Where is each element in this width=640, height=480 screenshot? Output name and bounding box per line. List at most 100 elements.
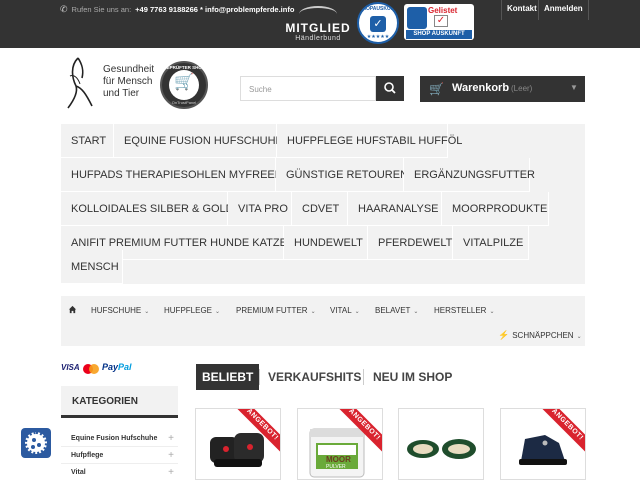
category-menu: Start Equine Fusion Hufschuhe Hufpflege … xyxy=(61,124,585,284)
category-cdvet[interactable]: CDVet xyxy=(292,192,348,226)
product-card[interactable]: ANGEBOT! xyxy=(195,408,281,480)
category-kolloidales-silber[interactable]: Kolloidales Silber & Gold xyxy=(61,192,234,226)
chevron-down-icon: ⌄ xyxy=(489,309,495,315)
category-vitalpilze[interactable]: Vitalpilze xyxy=(453,226,529,260)
haendlerbund-badge[interactable]: MITGLIED Händlerbund xyxy=(285,6,351,42)
category-vita-pro[interactable]: Vita Pro xyxy=(228,192,292,226)
contact-prefix: Rufen Sie uns an: xyxy=(71,5,132,14)
category-start[interactable]: Start xyxy=(61,124,114,158)
nav-premium-futter[interactable]: PREMIUM FUTTER ⌄ xyxy=(236,306,316,315)
cookie-icon xyxy=(25,432,47,454)
hoof-boot-image xyxy=(519,435,567,465)
checkmark-icon: ✓ xyxy=(370,16,386,32)
kontakt-link[interactable]: Kontakt xyxy=(501,0,542,20)
sidebar-item-hufpflege[interactable]: Hufpflege + xyxy=(61,447,178,464)
sidebar-item-label: Equine Fusion Hufschuhe xyxy=(71,435,158,442)
seal-text: SHOPAUSKUNFT.DE xyxy=(359,6,398,12)
plus-icon[interactable]: + xyxy=(168,447,174,464)
plus-icon[interactable]: + xyxy=(168,464,174,480)
shopauskunft-seal[interactable]: SHOPAUSKUNFT.DE ✓ ★★★★★ xyxy=(357,2,399,44)
paypal-part: Pay xyxy=(102,362,119,372)
nav-label: VITAL xyxy=(330,306,352,315)
anmelden-link[interactable]: Anmelden xyxy=(538,0,589,20)
category-haaranalyse[interactable]: Haaranalyse xyxy=(348,192,442,226)
cart-status: (Leer) xyxy=(511,84,533,93)
cart-button[interactable]: 🛒 Warenkorb (Leer) ▼ xyxy=(420,76,585,102)
claim-line: für Mensch xyxy=(103,76,153,87)
haendlerbund-arc-icon xyxy=(299,6,337,22)
badge-top-text: GEPRÜFTER SHOP xyxy=(163,65,205,70)
chevron-down-icon: ▼ xyxy=(570,83,578,92)
product-card[interactable]: ANGEBOT! xyxy=(500,408,586,480)
nav-schnaeppchen[interactable]: ⚡ SCHNÄPPCHEN ⌄ xyxy=(498,330,582,341)
nav-vital[interactable]: VITAL ⌄ xyxy=(330,306,360,315)
paypal-part: Pal xyxy=(118,362,132,372)
category-hufpflege-hufstabil[interactable]: Hufpflege Hufstabil Hufföl xyxy=(277,124,462,158)
stars-icon: ★★★★★ xyxy=(366,34,390,40)
main-navigation: HUFSCHUHE ⌄ HUFPFLEGE ⌄ PREMIUM FUTTER ⌄ VI… xyxy=(61,296,585,346)
hoof-boots-image xyxy=(210,433,264,467)
nav-label: PREMIUM FUTTER xyxy=(236,306,308,315)
category-hufpads[interactable]: Hufpads Therapiesohlen MyFreedm xyxy=(61,158,292,192)
sidebar-item-equine-fusion[interactable]: Equine Fusion Hufschuhe + xyxy=(61,430,178,447)
nav-hufschuhe[interactable]: HUFSCHUHE ⌄ xyxy=(91,306,149,315)
chevron-down-icon: ⌄ xyxy=(144,309,150,315)
phone-icon: ✆ xyxy=(60,4,68,14)
sidebar-item-label: Vital xyxy=(71,469,86,476)
chevron-down-icon: ⌄ xyxy=(215,309,221,315)
category-retouren[interactable]: Günstige Retouren xyxy=(276,158,408,192)
payment-methods: VISA PayPal xyxy=(61,360,178,378)
product-card[interactable]: MOOR PULVER ANGEBOT! xyxy=(297,408,383,480)
category-mensch[interactable]: Mensch xyxy=(61,250,123,284)
nav-label: HUFSCHUHE xyxy=(91,306,142,315)
product-brand: MOOR xyxy=(326,455,351,464)
contact-info: ✆ Rufen Sie uns an: +49 7763 9188266 * i… xyxy=(60,4,294,15)
cookie-dot xyxy=(37,443,41,447)
haendlerbund-title: MITGLIED xyxy=(285,21,351,35)
tab-verkaufshits[interactable]: VERKAUFSHITS xyxy=(262,364,367,390)
chevron-down-icon: ⌄ xyxy=(354,309,360,315)
paypal-logo: PayPal xyxy=(102,362,132,372)
cookie-settings-button[interactable] xyxy=(21,428,51,458)
nav-belavet[interactable]: BELAVET ⌄ xyxy=(375,306,418,315)
cookie-dot xyxy=(31,445,35,449)
nav-hersteller[interactable]: HERSTELLER ⌄ xyxy=(434,306,495,315)
product-card[interactable] xyxy=(398,408,484,480)
category-moorprodukte[interactable]: Moorprodukte xyxy=(442,192,549,226)
shop-auskunft-label: SHOP AUSKUNFT xyxy=(406,30,472,39)
shopauskunft-listed-badge[interactable]: Gelistet ✓ SHOP AUSKUNFT xyxy=(404,4,474,40)
claim-line: Gesundheit xyxy=(103,64,155,75)
category-pferdewelt[interactable]: Pferdewelt xyxy=(368,226,453,260)
cookie-dot xyxy=(32,438,36,442)
tab-beliebt[interactable]: BELIEBT xyxy=(196,364,260,390)
search-icon xyxy=(384,82,396,94)
visa-logo: VISA xyxy=(61,363,80,372)
category-ergaenzungsfutter[interactable]: Ergänzungsfutter xyxy=(404,158,535,192)
cart-icon: 🛒 xyxy=(429,82,444,96)
tab-divider xyxy=(363,369,364,385)
nav-label: HUFPFLEGE xyxy=(164,306,213,315)
plus-icon[interactable]: + xyxy=(168,430,174,447)
tab-neu-im-shop[interactable]: NEU IM SHOP xyxy=(367,364,458,390)
home-icon[interactable] xyxy=(68,305,77,314)
category-hundewelt[interactable]: Hundewelt xyxy=(284,226,368,260)
trusted-shop-badge[interactable]: 🛒 GEPRÜFTER SHOP OnTrustPanel xyxy=(160,61,208,109)
nav-label: HERSTELLER xyxy=(434,306,487,315)
badge-bottom-text: OnTrustPanel xyxy=(171,100,197,105)
sidebar-item-label: Hufpflege xyxy=(71,452,104,459)
search-input[interactable]: Suche xyxy=(240,76,376,101)
mastercard-icon-overlap xyxy=(89,364,99,374)
shopping-cart-icon: 🛒 xyxy=(174,74,194,91)
shopauskunft-logo-icon xyxy=(407,7,427,29)
listed-label: Gelistet xyxy=(428,6,458,15)
nav-hufpflege[interactable]: HUFPFLEGE ⌄ xyxy=(164,306,220,315)
claim-line: und Tier xyxy=(103,88,140,99)
haendlerbund-subtitle: Händlerbund xyxy=(295,35,341,42)
horse-logo-icon[interactable] xyxy=(64,56,96,110)
sidebar-item-vital[interactable]: Vital + xyxy=(61,464,178,480)
category-equine-fusion[interactable]: Equine Fusion Hufschuhe xyxy=(114,124,283,158)
chevron-down-icon: ⌄ xyxy=(413,309,419,315)
search-button[interactable] xyxy=(376,76,404,101)
contact-details[interactable]: +49 7763 9188266 * info@problempferde.in… xyxy=(135,5,294,14)
nav-label: BELAVET xyxy=(375,306,411,315)
